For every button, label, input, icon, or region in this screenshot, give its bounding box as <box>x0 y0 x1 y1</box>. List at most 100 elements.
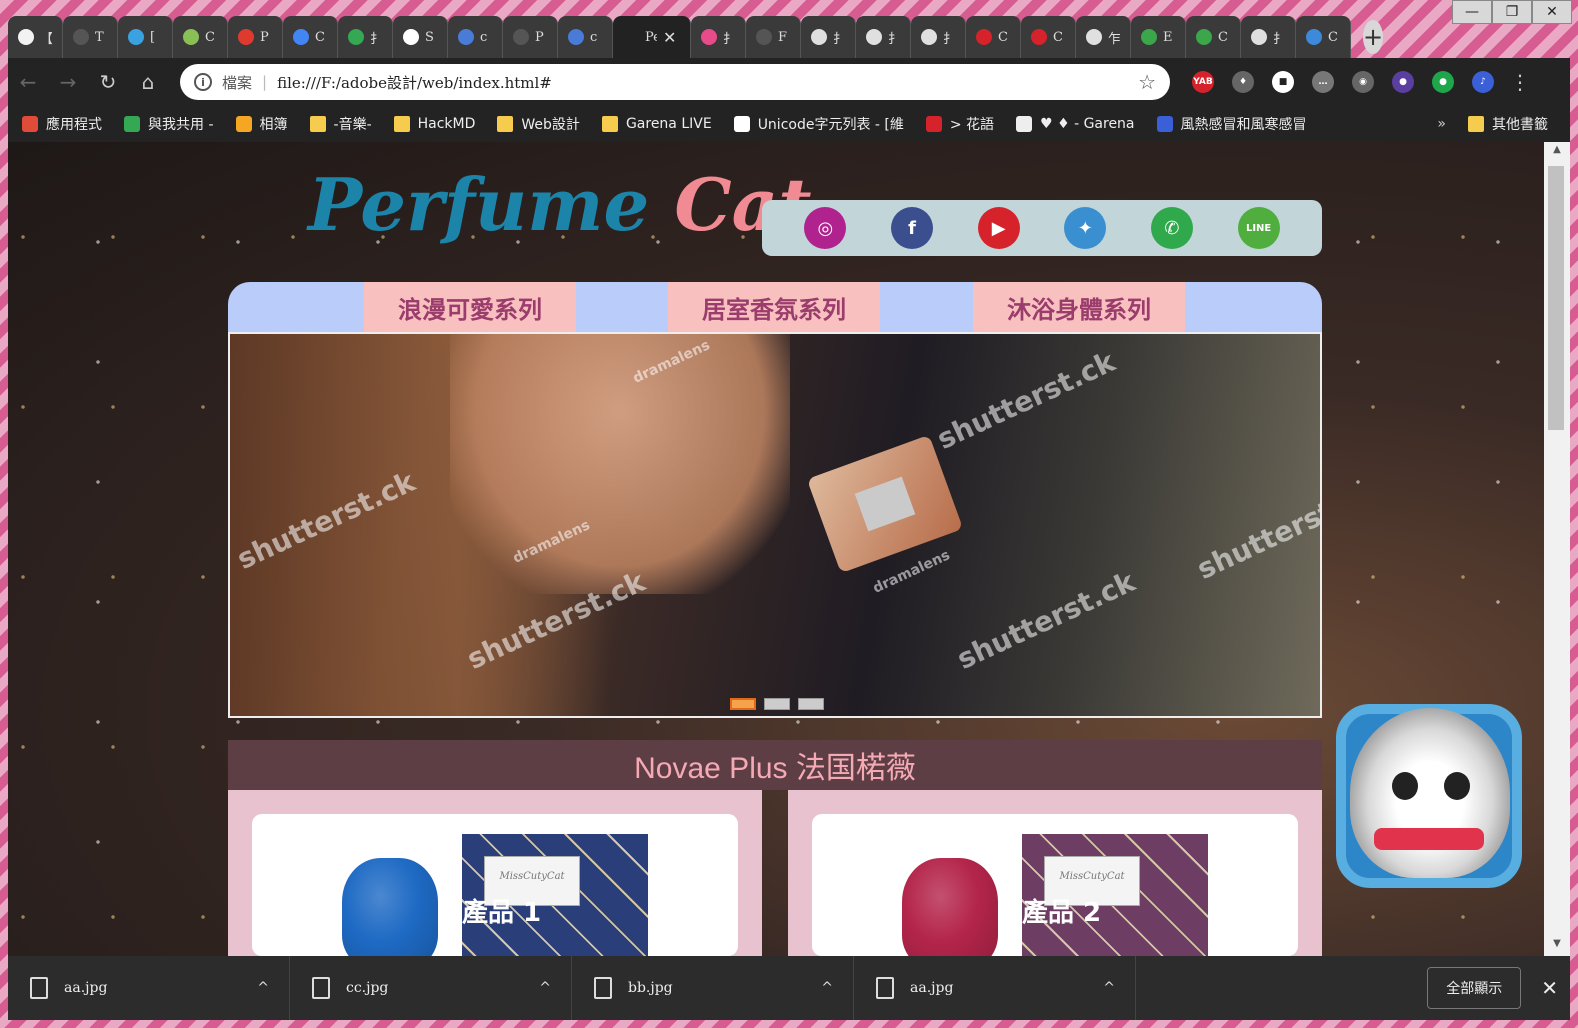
product-bottle-image <box>902 858 998 956</box>
bookmark-item[interactable]: Unicode字元列表 - [維 <box>733 114 904 134</box>
browser-tab[interactable]: 扌 <box>856 16 911 58</box>
facebook-icon[interactable]: f <box>890 207 933 249</box>
bookmark-item[interactable]: Garena LIVE <box>601 116 712 132</box>
scroll-down-icon[interactable]: ▼ <box>1544 938 1570 956</box>
bookmark-item[interactable]: 與我共用 - <box>124 114 214 134</box>
bookmark-item[interactable]: 風熱感冒和風寒感冒 <box>1156 114 1307 134</box>
browser-menu-button[interactable]: ⋮ <box>1500 62 1540 102</box>
browser-tab[interactable]: 扌 <box>801 16 856 58</box>
browser-tab[interactable]: P <box>503 16 558 58</box>
browser-tab[interactable]: 扌 <box>691 16 746 58</box>
back-button[interactable]: ← <box>8 62 48 102</box>
browser-tab[interactable]: 扌 <box>1241 16 1296 58</box>
bookmark-item[interactable]: -音樂- <box>309 114 372 134</box>
line-icon[interactable]: LINE <box>1237 207 1280 249</box>
browser-tab[interactable]: E <box>1131 16 1186 58</box>
browser-tab[interactable]: C <box>283 16 338 58</box>
reload-button[interactable]: ↻ <box>88 62 128 102</box>
browser-tab[interactable]: c <box>558 16 613 58</box>
address-bar[interactable]: i 檔案 | file:///F:/adobe設計/web/index.html… <box>180 64 1170 100</box>
bookmark-item[interactable]: ♥ ♦ - Garena <box>1016 116 1135 132</box>
bookmark-item[interactable]: > 花語 <box>925 114 994 134</box>
maximize-button[interactable]: ❐ <box>1492 0 1532 24</box>
extension-icon[interactable]: ♦ <box>1232 71 1254 93</box>
tab-close-icon[interactable]: ✕ <box>663 28 676 47</box>
forward-button[interactable]: → <box>48 62 88 102</box>
chevron-up-icon[interactable]: ^ <box>257 980 269 996</box>
browser-tab[interactable]: C <box>1296 16 1351 58</box>
bookmarks-overflow-button[interactable]: » <box>1437 116 1446 132</box>
browser-tab[interactable]: F <box>746 16 801 58</box>
extension-icon[interactable]: ◉ <box>1352 71 1374 93</box>
chevron-up-icon[interactable]: ^ <box>821 980 833 996</box>
close-window-button[interactable]: ✕ <box>1532 0 1572 24</box>
browser-tab[interactable]: 扌 <box>911 16 966 58</box>
minimize-button[interactable]: — <box>1452 0 1492 24</box>
product-card[interactable]: MissCutyCat 產品 2 <box>812 814 1298 956</box>
bookmark-item[interactable]: Web設計 <box>497 114 580 134</box>
twitter-icon[interactable]: ✦ <box>1064 207 1107 249</box>
hero-carousel[interactable]: shutterst.ck shutterst.ck shutterst.ck shut… <box>228 332 1322 718</box>
product-card[interactable]: MissCutyCat 產品 1 <box>252 814 738 956</box>
site-logo[interactable]: Perfume Cat <box>308 162 812 247</box>
menu-romantic-cute[interactable]: 浪漫可愛系列 <box>364 282 576 332</box>
new-tab-button[interactable]: + <box>1363 20 1384 54</box>
carousel-dot[interactable] <box>798 698 824 710</box>
browser-tab[interactable]: S <box>393 16 448 58</box>
profile-avatar[interactable]: ♪ <box>1472 71 1494 93</box>
bookmark-item[interactable]: HackMD <box>393 116 475 132</box>
scroll-up-icon[interactable]: ▲ <box>1544 144 1570 162</box>
browser-tab[interactable]: P <box>228 16 283 58</box>
browser-tab[interactable]: C <box>966 16 1021 58</box>
whatsapp-icon[interactable]: ✆ <box>1150 207 1193 249</box>
chevron-up-icon[interactable]: ^ <box>539 980 551 996</box>
menu-bath-body[interactable]: 沐浴身體系列 <box>973 282 1185 332</box>
tab-favicon-icon <box>623 29 639 45</box>
extension-icon[interactable]: … <box>1312 71 1334 93</box>
download-item[interactable]: aa.jpg ^ <box>854 956 1136 1020</box>
category-menu: 浪漫可愛系列 居室香氛系列 沐浴身體系列 <box>228 282 1322 332</box>
page-scrollbar[interactable]: ▲ ▼ <box>1544 142 1570 956</box>
menu-home-fragrance[interactable]: 居室香氛系列 <box>668 282 880 332</box>
url-text[interactable]: file:///F:/adobe設計/web/index.html# <box>277 72 1138 93</box>
bookmark-star-icon[interactable]: ☆ <box>1138 70 1156 94</box>
download-item[interactable]: cc.jpg ^ <box>290 956 572 1020</box>
scrollbar-thumb[interactable] <box>1548 166 1564 430</box>
youtube-icon[interactable]: ▶ <box>977 207 1020 249</box>
carousel-dot[interactable] <box>730 698 756 710</box>
instagram-icon[interactable]: ◎ <box>804 207 847 249</box>
carousel-indicators <box>730 698 824 710</box>
extension-icon[interactable]: ● <box>1392 71 1414 93</box>
bookmarks-bar: 應用程式 與我共用 - 相簿 -音樂- HackMD Web設計 Garena LIVE Un… <box>8 106 1570 142</box>
site-info-icon[interactable]: i <box>194 73 212 91</box>
browser-tab[interactable]: 【 <box>8 16 63 58</box>
tab-favicon-icon <box>73 29 89 45</box>
carousel-dot[interactable] <box>764 698 790 710</box>
close-download-shelf-icon[interactable]: ✕ <box>1541 976 1558 1000</box>
extension-icon[interactable]: ● <box>1432 71 1454 93</box>
bookmark-other[interactable]: 其他書籤 <box>1468 114 1548 134</box>
home-button[interactable]: ⌂ <box>128 62 168 102</box>
browser-tab[interactable]: C <box>1186 16 1241 58</box>
tab-title: [ <box>150 29 156 45</box>
browser-tab[interactable]: [ <box>118 16 173 58</box>
show-all-downloads-button[interactable]: 全部顯示 <box>1427 967 1522 1009</box>
browser-tab[interactable]: T <box>63 16 118 58</box>
extension-icon[interactable]: YAB <box>1192 71 1214 93</box>
download-item[interactable]: bb.jpg ^ <box>572 956 854 1020</box>
extension-icon[interactable]: ■ <box>1272 71 1294 93</box>
tab-favicon-icon <box>756 29 772 45</box>
browser-tab[interactable]: C <box>1021 16 1076 58</box>
cat-mascot-widget[interactable] <box>1336 704 1522 888</box>
bookmark-item[interactable]: 相簿 <box>235 114 288 134</box>
tab-title: S <box>425 29 434 45</box>
bookmark-label: 其他書籤 <box>1492 117 1548 133</box>
bookmark-item[interactable]: 應用程式 <box>22 114 102 134</box>
browser-tab[interactable]: C <box>173 16 228 58</box>
browser-tab[interactable]: Pe ✕ <box>613 16 691 58</box>
chevron-up-icon[interactable]: ^ <box>1103 980 1115 996</box>
download-item[interactable]: aa.jpg ^ <box>8 956 290 1020</box>
browser-tab[interactable]: c <box>448 16 503 58</box>
browser-tab[interactable]: 扌 <box>338 16 393 58</box>
browser-tab[interactable]: 乍 <box>1076 16 1131 58</box>
